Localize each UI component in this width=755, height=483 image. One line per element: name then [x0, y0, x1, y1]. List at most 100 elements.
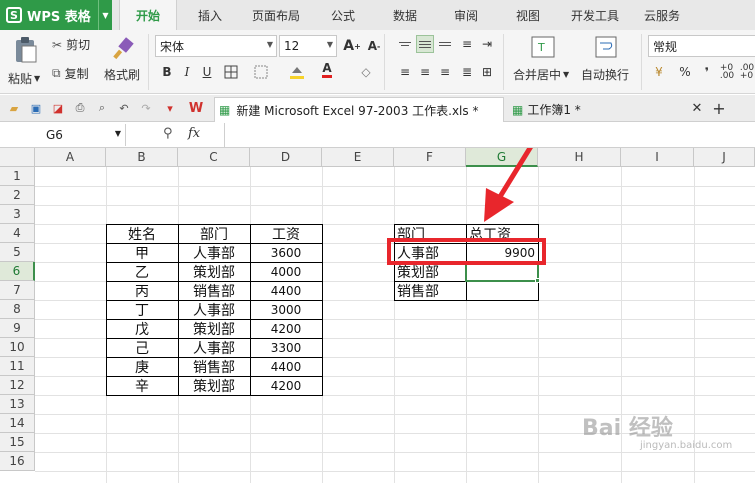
- font-color-icon[interactable]: A: [318, 61, 336, 79]
- row-header[interactable]: 12: [0, 376, 35, 395]
- table1-cell-name[interactable]: 丙: [106, 281, 178, 300]
- row-header[interactable]: 15: [0, 433, 35, 452]
- column-header[interactable]: J: [694, 148, 755, 167]
- table1-cell-salary[interactable]: 3000: [250, 300, 322, 319]
- row-header[interactable]: 2: [0, 186, 35, 205]
- customize-toolbar-icon[interactable]: ▾: [162, 100, 178, 116]
- table1-cell-name[interactable]: 乙: [106, 262, 178, 281]
- number-format-select[interactable]: 常规: [648, 35, 755, 57]
- wps-cloud-icon[interactable]: W: [188, 100, 204, 116]
- orientation-icon[interactable]: ≡: [458, 35, 476, 53]
- font-size-select[interactable]: 12 ▼: [279, 35, 337, 57]
- new-tab-icon[interactable]: +: [711, 99, 727, 118]
- row-header[interactable]: 9: [0, 319, 35, 338]
- row-header[interactable]: 14: [0, 414, 35, 433]
- row-header[interactable]: 8: [0, 300, 35, 319]
- zoom-search-icon[interactable]: ⚲: [163, 126, 173, 141]
- table1-cell-dept[interactable]: 策划部: [178, 319, 250, 338]
- wrap-text-icon[interactable]: [593, 34, 619, 60]
- name-box[interactable]: G6 ▼: [0, 124, 126, 146]
- document-tab-xls[interactable]: ▦ 新建 Microsoft Excel 97-2003 工作表.xls *: [214, 97, 504, 122]
- close-tab-icon[interactable]: ✕: [689, 100, 705, 116]
- align-middle-icon[interactable]: [416, 35, 434, 53]
- row-header[interactable]: 11: [0, 357, 35, 376]
- table1-cell-dept[interactable]: 策划部: [178, 262, 250, 281]
- tab-insert[interactable]: 插入: [185, 0, 235, 30]
- table1-cell-salary[interactable]: 4400: [250, 357, 322, 376]
- table1-cell-name[interactable]: 庚: [106, 357, 178, 376]
- print-icon[interactable]: ⎙: [72, 100, 88, 116]
- table1-cell-dept[interactable]: 销售部: [178, 357, 250, 376]
- table1-cell-name[interactable]: 丁: [106, 300, 178, 319]
- align-center-icon[interactable]: ≡: [416, 63, 434, 81]
- align-top-icon[interactable]: [396, 35, 414, 53]
- tab-cloud-services[interactable]: 云服务: [636, 0, 688, 30]
- align-right-icon[interactable]: ≡: [436, 63, 454, 81]
- table1-cell-name[interactable]: 己: [106, 338, 178, 357]
- paste-button[interactable]: 粘贴 ▼: [8, 70, 40, 87]
- bold-button[interactable]: B: [158, 63, 176, 81]
- insert-function-button[interactable]: fx: [188, 126, 200, 141]
- table1-cell-dept[interactable]: 人事部: [178, 243, 250, 262]
- indent-icon[interactable]: ⇥: [478, 35, 496, 53]
- table1-cell-salary[interactable]: 4400: [250, 281, 322, 300]
- table1-cell-salary[interactable]: 3300: [250, 338, 322, 357]
- fill-color-icon[interactable]: [288, 63, 306, 81]
- merge-center-button[interactable]: 合并居中 ▼: [513, 66, 569, 83]
- export-pdf-icon[interactable]: ◪: [50, 100, 66, 116]
- table1-cell-salary[interactable]: 4200: [250, 376, 322, 395]
- column-header[interactable]: I: [621, 148, 694, 167]
- row-header[interactable]: 1: [0, 167, 35, 186]
- table1-cell-dept[interactable]: 策划部: [178, 376, 250, 395]
- increase-decimal-icon[interactable]: +0.00: [718, 63, 736, 81]
- spreadsheet-grid[interactable]: A B C D E F G H I J 1 2 3 4 5 6 7 8 9 10…: [0, 148, 755, 483]
- column-header[interactable]: E: [322, 148, 394, 167]
- tab-review[interactable]: 审阅: [441, 0, 491, 30]
- table1-header-dept[interactable]: 部门: [178, 224, 250, 243]
- merge-center-icon[interactable]: T: [530, 34, 556, 60]
- table1-cell-name[interactable]: 辛: [106, 376, 178, 395]
- paste-icon[interactable]: [10, 34, 42, 66]
- tab-view[interactable]: 视图: [503, 0, 553, 30]
- table1-cell-dept[interactable]: 销售部: [178, 281, 250, 300]
- tab-data[interactable]: 数据: [380, 0, 430, 30]
- row-header[interactable]: 13: [0, 395, 35, 414]
- table1-cell-salary[interactable]: 3600: [250, 243, 322, 262]
- tab-formulas[interactable]: 公式: [318, 0, 368, 30]
- tab-developer[interactable]: 开发工具: [565, 0, 625, 30]
- formula-input[interactable]: [224, 123, 755, 147]
- table1-cell-salary[interactable]: 4000: [250, 262, 322, 281]
- row-header-selected[interactable]: 6: [0, 262, 35, 281]
- document-tab-workbook1[interactable]: ▦ 工作簿1 *: [508, 97, 708, 122]
- column-header[interactable]: F: [394, 148, 466, 167]
- row-header[interactable]: 10: [0, 338, 35, 357]
- column-header[interactable]: B: [106, 148, 178, 167]
- thousands-separator-button[interactable]: ❜: [698, 63, 716, 81]
- clear-format-icon[interactable]: ◇: [357, 63, 375, 81]
- table1-cell-dept[interactable]: 人事部: [178, 338, 250, 357]
- open-folder-icon[interactable]: ▰: [6, 100, 22, 116]
- print-preview-icon[interactable]: ⌕: [94, 100, 110, 116]
- table2-cell-dept[interactable]: 销售部: [394, 281, 466, 300]
- row-header[interactable]: 16: [0, 452, 35, 471]
- copy-button[interactable]: ⧉ 复制: [52, 65, 89, 82]
- fill-pattern-icon[interactable]: [252, 63, 270, 81]
- decrease-decimal-icon[interactable]: .00 +0: [738, 63, 755, 81]
- select-all-corner[interactable]: [0, 148, 35, 167]
- table1-cell-name[interactable]: 戊: [106, 319, 178, 338]
- font-name-select[interactable]: 宋体 ▼: [155, 35, 277, 57]
- column-header[interactable]: D: [250, 148, 322, 167]
- table1-cell-dept[interactable]: 人事部: [178, 300, 250, 319]
- row-header[interactable]: 4: [0, 224, 35, 243]
- decrease-font-size-icon[interactable]: A-: [365, 37, 383, 55]
- increase-font-size-icon[interactable]: A +: [343, 37, 361, 55]
- fill-handle[interactable]: [535, 278, 540, 283]
- percent-button[interactable]: %: [676, 63, 694, 81]
- underline-button[interactable]: U: [198, 63, 216, 81]
- column-header[interactable]: C: [178, 148, 250, 167]
- undo-icon[interactable]: ↶: [116, 100, 132, 116]
- italic-button[interactable]: I: [178, 63, 196, 81]
- table1-cell-salary[interactable]: 4200: [250, 319, 322, 338]
- table2-cell-total[interactable]: [466, 281, 538, 300]
- distributed-icon[interactable]: ⊞: [478, 63, 496, 81]
